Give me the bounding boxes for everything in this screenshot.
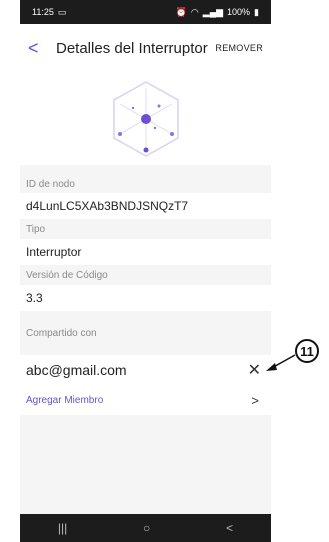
- node-id-label-row: ID de nodo: [20, 175, 271, 193]
- add-member-label: Agregar Miembro: [26, 394, 104, 406]
- system-nav-bar: ||| ○ <: [20, 514, 271, 542]
- type-label: Tipo: [26, 223, 46, 235]
- device-hero: [20, 72, 271, 165]
- node-id-value: d4LunLC5XAb3BNDJSNQzT7: [26, 199, 189, 213]
- shared-label-row: Compartido con: [20, 311, 271, 355]
- remove-button[interactable]: REMOVER: [215, 43, 263, 53]
- alarm-icon: ⏰: [175, 6, 187, 17]
- shared-member-row: abc@gmail.com ✕: [20, 355, 271, 385]
- version-label: Versión de Código: [26, 269, 108, 281]
- add-member-row[interactable]: Agregar Miembro >: [20, 385, 271, 415]
- chevron-right-icon: >: [251, 392, 259, 408]
- version-value-row: 3.3: [20, 285, 271, 311]
- callout-number: 11: [295, 339, 319, 363]
- shared-label: Compartido con: [26, 327, 97, 339]
- node-id-value-row: d4LunLC5XAb3BNDJSNQzT7: [20, 193, 271, 219]
- recent-apps-icon[interactable]: |||: [58, 521, 67, 535]
- node-id-label: ID de nodo: [26, 178, 75, 190]
- chevron-left-icon[interactable]: <: [28, 38, 52, 59]
- wifi-icon: ◠: [190, 6, 199, 17]
- hexagon-network-icon: [112, 80, 179, 157]
- type-label-row: Tipo: [20, 219, 271, 239]
- shared-email: abc@gmail.com: [26, 362, 127, 378]
- screenshot-icon: ▭: [57, 6, 67, 17]
- battery-icon: ▮: [254, 6, 259, 17]
- page-title: Detalles del Interruptor: [56, 39, 208, 57]
- app-header: < Detalles del Interruptor REMOVER: [20, 24, 271, 72]
- type-value: Interruptor: [26, 245, 82, 259]
- type-value-row: Interruptor: [20, 239, 271, 265]
- version-value: 3.3: [26, 291, 43, 305]
- status-bar: 11:25 ▭ ⏰ ◠ ▂▄▆ 100% ▮: [20, 0, 271, 24]
- signal-icon: ▂▄▆: [202, 6, 224, 17]
- back-nav-icon[interactable]: <: [226, 521, 233, 535]
- home-icon[interactable]: ○: [143, 521, 150, 535]
- phone-screen: 11:25 ▭ ⏰ ◠ ▂▄▆ 100% ▮ < Detalles del In…: [20, 0, 271, 542]
- close-icon[interactable]: ✕: [248, 360, 261, 380]
- battery-text: 100%: [227, 7, 251, 17]
- status-time: 11:25: [32, 7, 54, 17]
- version-label-row: Versión de Código: [20, 265, 271, 285]
